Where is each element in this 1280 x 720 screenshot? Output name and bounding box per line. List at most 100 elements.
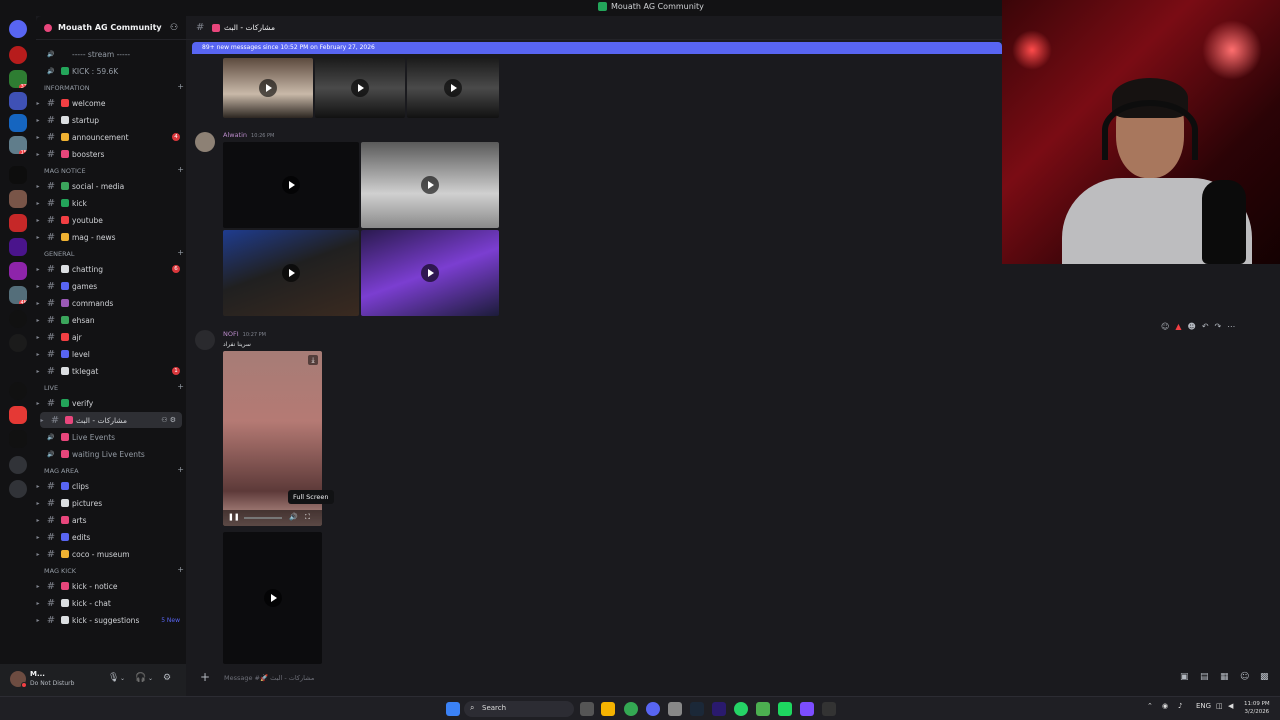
chevron-right-icon[interactable]: ▸	[34, 534, 42, 541]
server-icon-14[interactable]	[9, 382, 27, 400]
chrome-icon[interactable]	[624, 702, 638, 716]
chevron-right-icon[interactable]: ▸	[34, 517, 42, 524]
chevron-down-icon-2[interactable]: ⌄	[148, 675, 153, 682]
chevron-right-icon[interactable]: ▸	[34, 368, 42, 375]
new-messages-bar[interactable]: 89+ new messages since 10:52 PM on Febru…	[192, 42, 1002, 54]
invite-icon[interactable]: ⚇	[170, 23, 180, 33]
chevron-right-icon[interactable]: ▸	[34, 300, 42, 307]
channel-text[interactable]: ▸ # مشاركات - البث ⚇ ⚙	[40, 412, 182, 428]
server-icon-11[interactable]: 4K	[9, 286, 27, 304]
category-header[interactable]: GENERAL +	[44, 248, 184, 258]
gear-icon[interactable]: ⚙	[163, 673, 171, 683]
server-icon-12[interactable]	[9, 310, 27, 328]
tray-mic-icon[interactable]: ♪	[1178, 702, 1182, 710]
channel-text[interactable]: ▸ # verify	[36, 395, 186, 411]
chevron-right-icon[interactable]: ▸	[34, 500, 42, 507]
play-icon[interactable]	[282, 264, 300, 282]
channel-text[interactable]: ▸ # coco - museum	[36, 546, 186, 562]
file-explorer-icon[interactable]	[601, 702, 615, 716]
media-thumbnail[interactable]	[407, 58, 499, 118]
chevron-down-icon[interactable]: ⌄	[120, 675, 125, 682]
channel-text[interactable]: ▸ # edits	[36, 529, 186, 545]
taskbar-search[interactable]: ⌕ Search	[464, 701, 574, 717]
media-thumbnail[interactable]	[223, 58, 313, 118]
chevron-right-icon[interactable]: ▸	[34, 200, 42, 207]
channel-text[interactable]: ▸ # chatting 6	[36, 261, 186, 277]
chevron-right-icon[interactable]: ▸	[38, 417, 46, 424]
plus-icon[interactable]: +	[177, 82, 184, 92]
forward-icon[interactable]: ↷	[1215, 322, 1222, 334]
plus-icon[interactable]: +	[177, 248, 184, 258]
chevron-right-icon[interactable]: ▸	[34, 151, 42, 158]
channel-voice[interactable]: 🔊 waiting Live Events	[36, 446, 186, 462]
channel-text[interactable]: ▸ # kick - notice	[36, 578, 186, 594]
play-icon[interactable]	[259, 79, 277, 97]
channel-text[interactable]: ▸ # kick	[36, 195, 186, 211]
server-icon-10[interactable]	[9, 262, 27, 280]
server-icon-3[interactable]	[9, 92, 27, 110]
message-author[interactable]: NOFI	[223, 330, 239, 338]
category-header[interactable]: MAG KICK +	[44, 565, 184, 575]
pause-icon[interactable]: ❚❚	[228, 513, 240, 521]
channel-text[interactable]: ▸ # social - media	[36, 178, 186, 194]
chevron-right-icon[interactable]: ▸	[34, 217, 42, 224]
home-icon[interactable]	[9, 20, 27, 38]
plus-icon[interactable]: +	[177, 465, 184, 475]
play-icon[interactable]	[351, 79, 369, 97]
category-header[interactable]: LIVE +	[44, 382, 184, 392]
play-icon[interactable]	[282, 176, 300, 194]
avatar[interactable]	[195, 132, 215, 152]
channel-text[interactable]: ▸ # startup	[36, 112, 186, 128]
media-thumbnail[interactable]	[223, 532, 322, 664]
mic-icon[interactable]: 🎙	[108, 673, 119, 683]
category-header[interactable]: INFORMATION +	[44, 82, 184, 92]
volume-icon[interactable]: ◀	[1228, 702, 1233, 710]
chevron-right-icon[interactable]: ▸	[34, 334, 42, 341]
play-icon[interactable]	[444, 79, 462, 97]
channel-text[interactable]: ▸ # boosters	[36, 146, 186, 162]
voice-channel[interactable]: 🔊 KICK : 59.6K	[36, 63, 186, 79]
language-indicator[interactable]: ENG	[1196, 702, 1211, 710]
server-icon-1[interactable]	[9, 46, 27, 64]
chevron-right-icon[interactable]: ▸	[34, 600, 42, 607]
chevron-right-icon[interactable]: ▸	[34, 234, 42, 241]
more-icon[interactable]: ⋯	[1227, 322, 1235, 334]
sticker-icon[interactable]: ▦	[1220, 672, 1229, 682]
media-thumbnail[interactable]	[223, 142, 359, 228]
channel-text[interactable]: ▸ # kick - suggestions 5 New	[36, 612, 186, 628]
chevron-right-icon[interactable]: ▸	[34, 317, 42, 324]
chevron-right-icon[interactable]: ▸	[34, 183, 42, 190]
channel-text[interactable]: ▸ # announcement 4	[36, 129, 186, 145]
plus-icon[interactable]: +	[177, 382, 184, 392]
clock[interactable]: 11:09 PM 3/2/2026	[1244, 700, 1270, 716]
plus-icon[interactable]: +	[177, 565, 184, 575]
play-icon[interactable]	[421, 176, 439, 194]
server-icon-16[interactable]	[9, 430, 27, 448]
server-header[interactable]: Mouath AG Community ⚇	[36, 16, 186, 40]
user-name[interactable]: M...	[30, 670, 45, 678]
start-icon[interactable]	[446, 702, 460, 716]
steam-icon[interactable]	[690, 702, 704, 716]
message-author[interactable]: Alwatin	[223, 131, 247, 139]
plus-icon[interactable]: +	[177, 165, 184, 175]
chevron-right-icon[interactable]: ▸	[34, 100, 42, 107]
media-thumbnail[interactable]	[361, 230, 499, 316]
chevron-right-icon[interactable]: ▸	[34, 351, 42, 358]
channel-text[interactable]: ▸ # commands	[36, 295, 186, 311]
channel-text[interactable]: ▸ # level	[36, 346, 186, 362]
server-icon-2[interactable]: 32	[9, 70, 27, 88]
warning-icon[interactable]: ▲	[1175, 322, 1181, 334]
channel-text[interactable]: ▸ # ajr	[36, 329, 186, 345]
server-icon-15[interactable]	[9, 406, 27, 424]
chevron-right-icon[interactable]: ▸	[34, 583, 42, 590]
terminal-icon[interactable]	[822, 702, 836, 716]
channel-text[interactable]: ▸ # ehsan	[36, 312, 186, 328]
premiere-icon[interactable]	[712, 702, 726, 716]
composer-placeholder[interactable]: Message #🚀 مشاركات - البث	[224, 674, 314, 682]
apps-icon[interactable]: ▩	[1260, 672, 1269, 682]
server-icon-5[interactable]: 15	[9, 136, 27, 154]
discord-icon[interactable]	[646, 702, 660, 716]
discover-icon[interactable]	[9, 480, 27, 498]
add-server-icon[interactable]	[9, 456, 27, 474]
server-icon-8[interactable]	[9, 214, 27, 232]
